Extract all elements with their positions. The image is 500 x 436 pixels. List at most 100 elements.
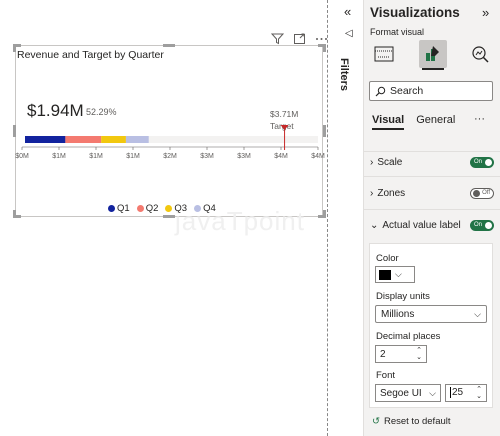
toggle-state: On [474, 222, 483, 228]
display-units-label: Display units [376, 291, 430, 302]
stepper-arrows-icon[interactable]: ⌃ ⌄ [416, 347, 422, 361]
legend-item-q2[interactable]: Q2 [136, 203, 159, 214]
chevron-down-icon: ⌵ [474, 308, 481, 319]
analytics-magnifier-icon[interactable] [466, 40, 494, 68]
display-units-dropdown[interactable]: Millions ⌵ [375, 305, 487, 323]
gauge-chart: $0M $1M $1M $1M $2M $3M $3M $4M $4M [15, 125, 325, 160]
chevron-down-icon: ⌄ [370, 219, 379, 231]
legend-label: Q4 [203, 203, 216, 214]
axis-tick-label: $3M [200, 153, 214, 160]
gauge-segment-q3[interactable] [101, 136, 126, 143]
double-chevron-left-icon[interactable]: « [344, 4, 351, 19]
reset-label: Reset to default [383, 416, 451, 427]
font-size-value: 25 [452, 387, 464, 399]
legend-item-q4[interactable]: Q4 [194, 203, 216, 214]
search-icon [375, 86, 386, 96]
target-marker [280, 125, 289, 130]
chart-title: Revenue and Target by Quarter [17, 49, 164, 61]
filters-pane-label[interactable]: Filters [338, 58, 350, 94]
visual-header-toolbar [270, 31, 328, 45]
chevron-down-icon: ⌵ [395, 269, 402, 279]
gauge-segment-q2[interactable] [65, 136, 102, 143]
font-family-dropdown[interactable]: Segoe UI ⌵ [375, 384, 441, 402]
resize-handle[interactable] [13, 44, 16, 52]
legend-marker [194, 205, 202, 212]
chevron-right-icon: › [370, 187, 374, 199]
divider [364, 151, 500, 152]
resize-handle[interactable] [13, 210, 16, 218]
font-family-value: Segoe UI [380, 387, 422, 399]
gauge-segment-q1[interactable] [25, 136, 66, 143]
chevron-right-icon: › [370, 156, 374, 168]
triangle-left-icon[interactable]: ◁ [345, 28, 353, 39]
reset-to-default-button[interactable]: ↺ Reset to default [372, 416, 451, 427]
format-paintbrush-icon[interactable] [419, 40, 447, 68]
gauge-segment-q4[interactable] [125, 136, 149, 143]
color-label: Color [376, 253, 399, 264]
format-icon-row [370, 40, 494, 70]
text-caret [450, 387, 451, 399]
section-label: Zones [377, 187, 406, 199]
axis-tick-label: $1M [52, 153, 66, 160]
divider [364, 176, 500, 177]
scale-toggle[interactable]: On [470, 156, 494, 168]
display-units-value: Millions [381, 308, 415, 320]
legend-marker [165, 205, 173, 212]
pane-title: Visualizations [370, 5, 460, 20]
decimal-places-value: 2 [380, 348, 386, 360]
legend-label: Q3 [174, 203, 188, 214]
legend-item-q3[interactable]: Q3 [165, 203, 187, 214]
axis-tick-label: $2M [163, 153, 177, 160]
search-input[interactable]: Search [369, 81, 493, 101]
color-swatch [379, 269, 391, 280]
divider [364, 209, 500, 210]
legend-label: Q1 [117, 203, 130, 214]
section-zones[interactable]: › Zones Off [370, 184, 494, 202]
chart-legend: Q1 Q2 Q3 Q4 [108, 203, 216, 214]
filter-icon[interactable] [270, 31, 284, 45]
target-value-label: $3.71M [270, 109, 299, 119]
section-label: Actual value label [382, 219, 461, 231]
section-scale[interactable]: › Scale On [370, 153, 494, 171]
font-label: Font [376, 370, 396, 381]
section-actual-value-label[interactable]: ⌄ Actual value label On [370, 216, 494, 234]
search-placeholder: Search [390, 85, 424, 97]
legend-marker [108, 205, 115, 212]
legend-label: Q2 [145, 203, 159, 214]
resize-handle[interactable] [323, 210, 326, 218]
actual-value-toggle[interactable]: On [470, 219, 494, 231]
format-tab-indicator [422, 68, 444, 70]
chevron-down-icon: ⌵ [429, 387, 436, 398]
decimal-places-label: Decimal places [376, 331, 441, 342]
font-size-input[interactable]: 25 ⌃ ⌄ [445, 384, 487, 402]
more-options-icon[interactable]: ··· [474, 113, 485, 125]
percent-of-target: 52.29% [86, 107, 117, 117]
format-visual-label: Format visual [370, 27, 425, 37]
tab-visual[interactable]: Visual [372, 114, 405, 130]
section-label: Scale [377, 156, 403, 168]
axis-tick-label: $1M [89, 153, 103, 160]
double-chevron-right-icon[interactable]: » [482, 5, 489, 20]
legend-item-q1[interactable]: Q1 [108, 203, 130, 214]
resize-handle[interactable] [163, 215, 175, 218]
build-visual-icon[interactable] [370, 40, 398, 68]
resize-handle[interactable] [323, 44, 326, 52]
decimal-places-stepper[interactable]: 2 ⌃ ⌄ [375, 345, 427, 363]
more-options-icon[interactable] [314, 31, 328, 45]
axis-tick-label: $3M [237, 153, 251, 160]
pane-divider [327, 0, 328, 436]
toggle-state: On [474, 159, 483, 165]
focus-mode-icon[interactable] [292, 31, 306, 45]
color-picker[interactable]: ⌵ [375, 266, 415, 283]
tab-general[interactable]: General [416, 114, 455, 126]
resize-handle[interactable] [163, 44, 175, 47]
axis-tick-label: $4M [274, 153, 288, 160]
toggle-state: Off [482, 190, 490, 196]
axis-tick-label: $0M [15, 153, 29, 160]
axis-tick-label: $1M [126, 153, 140, 160]
axis-tick-label: $4M [311, 153, 325, 160]
zones-toggle[interactable]: Off [470, 187, 494, 199]
stepper-arrows-icon[interactable]: ⌃ ⌄ [476, 386, 482, 400]
actual-value-label: $1.94M [27, 101, 84, 120]
legend-marker [136, 205, 144, 212]
